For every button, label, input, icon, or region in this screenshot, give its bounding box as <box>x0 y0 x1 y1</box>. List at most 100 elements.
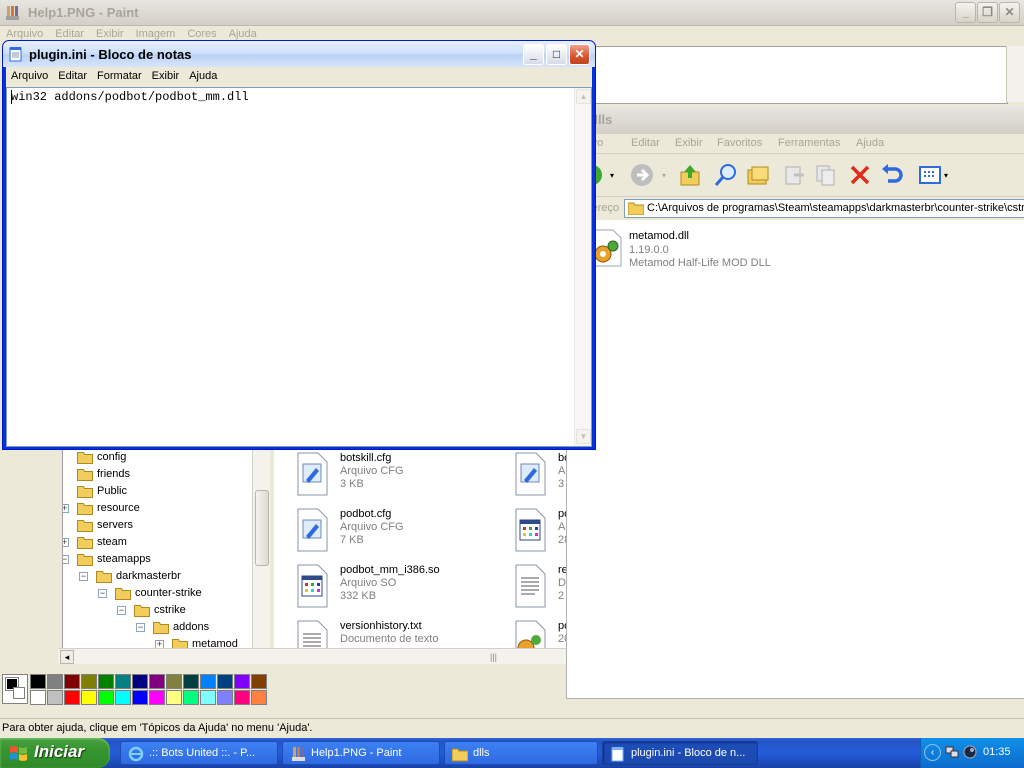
explorer-file-view[interactable]: metamod.dll 1.19.0.0 Metamod Half-Life M… <box>566 220 1024 698</box>
file-name[interactable]: metamod.dll <box>629 230 689 242</box>
palette-swatch[interactable] <box>30 690 46 705</box>
paint-title-bar[interactable]: Help1.PNG - Paint _ ❐ ✕ <box>0 0 1024 26</box>
palette-swatch[interactable] <box>115 690 131 705</box>
delete-icon[interactable] <box>846 161 874 189</box>
explorer-menu-ajuda[interactable]: Ajuda <box>856 137 884 149</box>
palette-swatch[interactable] <box>251 674 267 689</box>
palette-swatch[interactable] <box>98 690 114 705</box>
palette-swatch[interactable] <box>132 690 148 705</box>
palette-swatch[interactable] <box>183 690 199 705</box>
file-item[interactable]: pocArq287 <box>500 506 566 560</box>
back-dropdown-icon[interactable]: ▾ <box>610 171 614 180</box>
notepad-menu-editar[interactable]: Editar <box>53 67 92 82</box>
palette-swatch[interactable] <box>149 690 165 705</box>
folders-icon[interactable] <box>744 161 772 189</box>
notepad-content[interactable]: win32 addons/podbot/podbot_mm.dll <box>11 90 249 104</box>
cfg-file-icon[interactable] <box>510 450 550 498</box>
move-to-icon[interactable] <box>780 161 808 189</box>
collapse-icon[interactable]: − <box>117 606 126 615</box>
palette-swatch[interactable] <box>30 674 46 689</box>
cfg-file-icon[interactable] <box>292 450 332 498</box>
palette-swatch[interactable] <box>81 690 97 705</box>
file-item[interactable]: podbot_mm_i386.so Arquivo SO 332 KB <box>282 562 492 616</box>
file-item[interactable]: poc200 <box>500 618 566 648</box>
explorer-menu-ferramentas[interactable]: Ferramentas <box>778 137 840 149</box>
palette-swatch[interactable] <box>64 674 80 689</box>
text-file-icon[interactable] <box>292 618 332 648</box>
collapse-icon[interactable]: − <box>136 623 145 632</box>
palette-swatch[interactable] <box>234 690 250 705</box>
address-input[interactable]: C:\Arquivos de programas\Steam\steamapps… <box>624 199 1024 218</box>
palette-swatch[interactable] <box>64 690 80 705</box>
scroll-left-icon[interactable]: ◂ <box>60 650 74 664</box>
steam-icon[interactable] <box>963 745 977 759</box>
palette-swatch[interactable] <box>47 674 63 689</box>
start-button[interactable]: Iniciar <box>0 738 110 768</box>
explorer-menu-editar[interactable]: Editar <box>631 137 660 149</box>
palette-swatch[interactable] <box>98 674 114 689</box>
up-folder-icon[interactable] <box>676 161 704 189</box>
collapse-icon[interactable]: − <box>63 555 69 564</box>
collapse-icon[interactable]: − <box>98 589 107 598</box>
notepad-minimize-button[interactable]: _ <box>523 44 544 65</box>
file-item[interactable]: botArq3 K <box>500 450 566 504</box>
scroll-down-icon[interactable]: ▼ <box>576 429 591 444</box>
palette-swatch[interactable] <box>251 690 267 705</box>
notepad-close-button[interactable]: ✕ <box>569 44 590 65</box>
explorer-menu-favoritos[interactable]: Favoritos <box>717 137 762 149</box>
text-file-icon[interactable] <box>510 562 550 610</box>
collapse-icon[interactable]: − <box>79 572 88 581</box>
paint-canvas[interactable] <box>592 46 1008 104</box>
palette-swatch[interactable] <box>115 674 131 689</box>
so-file-icon[interactable] <box>292 562 332 610</box>
cfg-file-icon[interactable] <box>292 506 332 554</box>
taskbar-item-paint[interactable]: Help1.PNG - Paint <box>282 741 440 765</box>
dll-file-icon[interactable] <box>510 618 550 648</box>
file-list[interactable]: botskill.cfg Arquivo CFG 3 KB podbot.cfg Arq… <box>274 448 566 648</box>
so-file-icon[interactable] <box>510 506 550 554</box>
palette-swatch[interactable] <box>149 674 165 689</box>
tree-vertical-scrollbar[interactable] <box>252 448 270 648</box>
palette-swatch[interactable] <box>217 674 233 689</box>
palette-swatch[interactable] <box>183 674 199 689</box>
palette-swatch[interactable] <box>166 674 182 689</box>
notepad-vertical-scrollbar[interactable]: ▲ ▼ <box>574 88 591 446</box>
notepad-text-area[interactable]: win32 addons/podbot/podbot_mm.dll ▲ ▼ <box>6 87 592 447</box>
notepad-menu-ajuda[interactable]: Ajuda <box>184 67 222 82</box>
file-item[interactable]: reaDoc2 K <box>500 562 566 616</box>
notepad-menu-formatar[interactable]: Formatar <box>92 67 147 82</box>
notepad-maximize-button[interactable]: □ <box>546 44 567 65</box>
palette-swatch[interactable] <box>217 690 233 705</box>
palette-swatch[interactable] <box>200 674 216 689</box>
forward-dropdown-icon[interactable]: ▾ <box>662 171 666 180</box>
views-dropdown-icon[interactable]: ▾ <box>944 171 948 180</box>
views-icon[interactable] <box>916 161 944 189</box>
paint-vertical-scrollbar[interactable] <box>1006 46 1024 102</box>
horizontal-scrollbar[interactable]: ◂ ||| <box>58 648 566 664</box>
palette-swatch[interactable] <box>166 690 182 705</box>
paint-maximize-button[interactable]: ❐ <box>977 2 998 23</box>
file-item[interactable]: versionhistory.txt Documento de texto <box>282 618 492 648</box>
palette-swatch[interactable] <box>81 674 97 689</box>
taskbar-item-dlls[interactable]: dlls <box>444 741 598 765</box>
file-item[interactable]: botskill.cfg Arquivo CFG 3 KB <box>282 450 492 504</box>
undo-icon[interactable] <box>878 161 906 189</box>
tree-scroll-thumb[interactable] <box>255 490 269 566</box>
paint-minimize-button[interactable]: _ <box>955 2 976 23</box>
expand-icon[interactable]: + <box>63 504 69 513</box>
scroll-up-icon[interactable]: ▲ <box>576 89 591 104</box>
forward-icon[interactable] <box>628 161 656 189</box>
explorer-title-bar[interactable]: dlls <box>566 106 1024 134</box>
taskbar-item-notepad[interactable]: plugin.ini - Bloco de n... <box>602 741 758 765</box>
explorer-menu-exibir[interactable]: Exibir <box>675 137 703 149</box>
notepad-menu-arquivo[interactable]: Arquivo <box>6 67 53 82</box>
folder-tree[interactable]: config friends Public + resource servers + stea… <box>62 448 272 648</box>
search-icon[interactable] <box>712 161 740 189</box>
show-hidden-icons-icon[interactable]: ‹ <box>924 744 941 761</box>
palette-swatch[interactable] <box>132 674 148 689</box>
network-icon[interactable] <box>945 745 959 759</box>
paint-close-button[interactable]: ✕ <box>999 2 1020 23</box>
taskbar-item-bots-united[interactable]: .:: Bots United ::. - P... <box>120 741 278 765</box>
file-item[interactable]: podbot.cfg Arquivo CFG 7 KB <box>282 506 492 560</box>
notepad-menu-exibir[interactable]: Exibir <box>147 67 185 82</box>
